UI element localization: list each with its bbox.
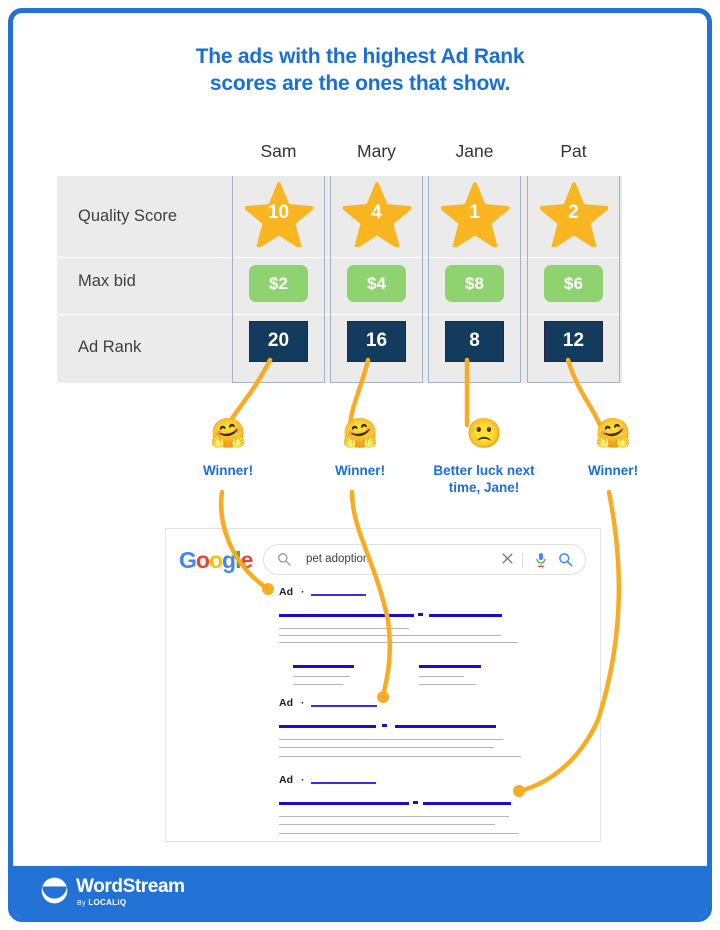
ad-title-dash-2 — [382, 724, 387, 727]
footer-by-label: By — [77, 900, 86, 907]
ad-title-line-1b — [429, 614, 502, 617]
max-bid-mary: $4 — [347, 265, 406, 302]
search-icon[interactable] — [558, 552, 573, 567]
ad-sitelink-desc-1b1 — [419, 676, 464, 677]
ad-sitelink-desc-1a2 — [293, 684, 343, 685]
search-input[interactable]: pet adoption — [306, 553, 369, 565]
ad-desc-line-1c — [279, 642, 518, 643]
ad-desc-line-1b — [279, 635, 501, 636]
footer-bar: WordStream By LOCALiQ — [13, 866, 707, 917]
ad-url-line-3 — [311, 782, 376, 784]
ad-dot-2: · — [301, 697, 305, 709]
microphone-icon[interactable] — [534, 552, 548, 568]
close-icon[interactable] — [500, 551, 515, 566]
wordstream-wave-logo-icon — [41, 877, 68, 904]
search-bar-divider — [522, 553, 523, 568]
outcome-caption-jane: Better luck next time, Jane! — [433, 463, 535, 496]
ad-url-line-1 — [311, 594, 366, 596]
ad-title-line-3a — [279, 802, 409, 805]
ad-desc-line-3c — [279, 833, 519, 834]
ad-desc-line-2b — [279, 747, 494, 748]
column-header-sam: Sam — [232, 126, 325, 176]
footer-localiq-label: LOCALiQ — [88, 898, 127, 907]
ad-label-2: Ad — [279, 697, 293, 709]
ad-dot-3: · — [301, 774, 305, 786]
ad-title-line-3b — [423, 802, 511, 805]
outcome-caption-pat: Winner! — [587, 463, 639, 478]
ad-title-line-2b — [395, 725, 496, 728]
outcome-emoji-pat: 🤗 — [594, 418, 632, 450]
quality-score-star-mary: 4 — [330, 182, 423, 252]
ad-label-3: Ad — [279, 774, 293, 786]
max-bid-sam: $2 — [249, 265, 308, 302]
row-label-max-bid: Max bid — [78, 272, 136, 290]
search-icon — [278, 553, 291, 566]
outcome-caption-sam: Winner! — [202, 463, 254, 478]
search-bar[interactable]: pet adoption — [263, 544, 586, 575]
outcome-emoji-mary: 🤗 — [341, 418, 379, 450]
google-search-results-panel: Google pet adoption Ad · Ad · Ad · — [165, 528, 601, 842]
ad-dot-1: · — [301, 586, 305, 598]
ad-rank-pat: 12 — [544, 321, 603, 362]
ad-title-line-1a — [279, 614, 414, 617]
infographic-page: The ads with the highest Ad Rank scores … — [0, 0, 720, 930]
quality-score-star-pat: 2 — [527, 182, 620, 252]
quality-score-value-jane: 1 — [469, 202, 480, 223]
ad-title-dash-1 — [418, 613, 423, 616]
quality-score-star-sam: 10 — [232, 182, 325, 252]
footer-brand-name: WordStream — [76, 876, 185, 897]
ad-rank-jane: 8 — [445, 321, 504, 362]
ad-title-dash-3 — [413, 801, 418, 804]
ad-desc-line-3b — [279, 824, 495, 825]
quality-score-value-mary: 4 — [371, 202, 382, 223]
column-header-jane: Jane — [428, 126, 521, 176]
ad-title-line-2a — [279, 725, 376, 728]
ad-desc-line-2a — [279, 739, 503, 740]
ad-desc-line-2c — [279, 756, 521, 757]
ad-url-line-2 — [311, 705, 377, 707]
ad-sitelink-desc-1a1 — [293, 676, 350, 677]
quality-score-star-jane: 1 — [428, 182, 521, 252]
ad-sitelink-1b[interactable] — [419, 665, 481, 668]
column-header-pat: Pat — [527, 126, 620, 176]
row-label-quality-score: Quality Score — [78, 207, 178, 225]
max-bid-jane: $8 — [445, 265, 504, 302]
ad-sitelink-desc-1b2 — [419, 684, 476, 685]
max-bid-pat: $6 — [544, 265, 603, 302]
ad-desc-line-3a — [279, 816, 509, 817]
ad-sitelink-1a[interactable] — [293, 665, 354, 668]
quality-score-value-pat: 2 — [568, 202, 579, 223]
ad-rank-mary: 16 — [347, 321, 406, 362]
outcome-emoji-sam: 🤗 — [209, 418, 247, 450]
row-label-ad-rank: Ad Rank — [78, 338, 142, 356]
column-header-mary: Mary — [330, 126, 423, 176]
outcome-caption-mary: Winner! — [334, 463, 386, 478]
outcome-emoji-jane: 🙁 — [465, 418, 503, 450]
quality-score-value-sam: 10 — [267, 202, 290, 223]
ad-desc-line-1a — [279, 628, 409, 629]
ad-rank-sam: 20 — [249, 321, 308, 362]
google-logo: Google — [179, 547, 253, 573]
ad-label-1: Ad — [279, 586, 293, 598]
ad-rank-table: Quality Score Max bid Ad Rank Sam Mary J… — [0, 0, 720, 400]
footer-parent-brand: By LOCALiQ — [77, 898, 126, 907]
